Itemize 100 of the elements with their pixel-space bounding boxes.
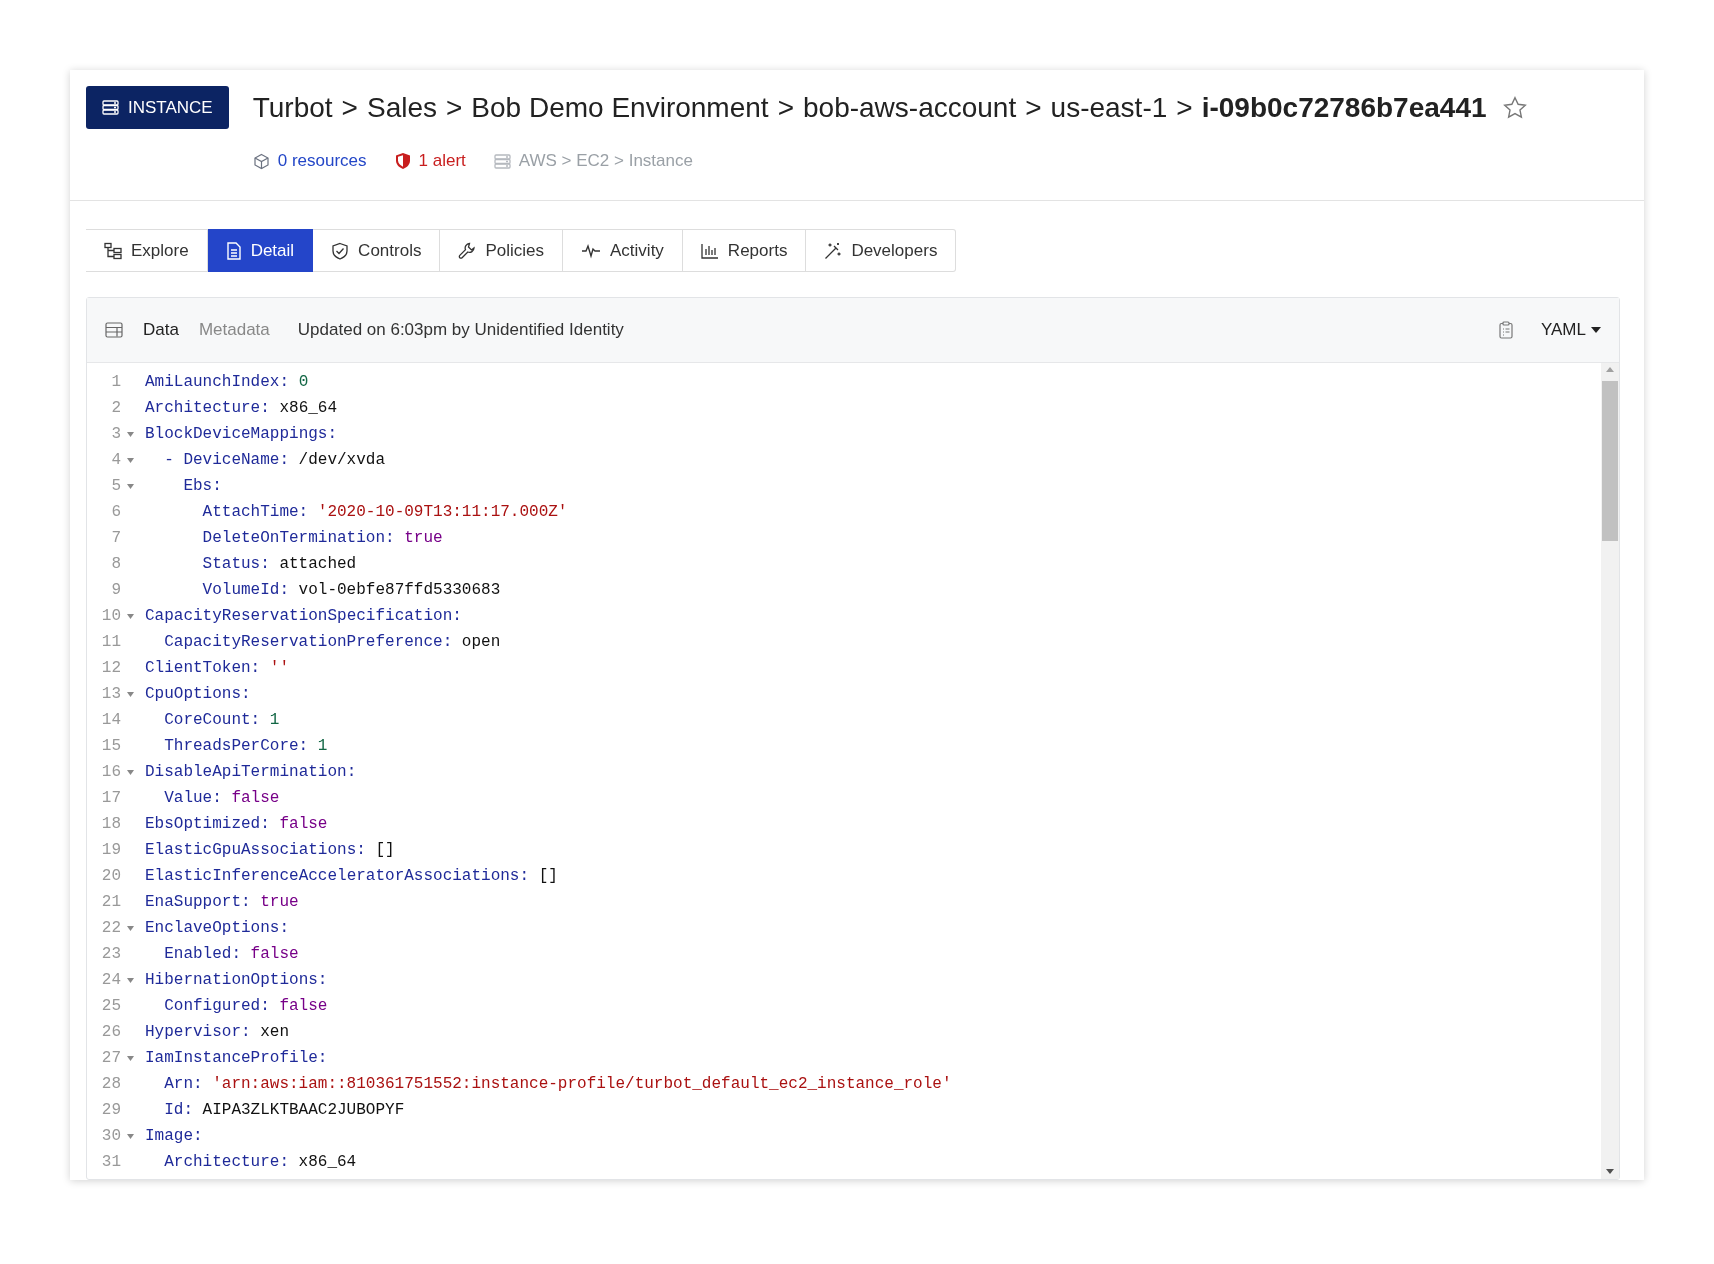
- yaml-key: VolumeId:: [202, 581, 289, 599]
- scroll-down-icon[interactable]: [1606, 1169, 1614, 1175]
- yaml-key: BlockDeviceMappings:: [145, 425, 338, 443]
- fold-caret-icon[interactable]: [126, 431, 134, 437]
- yaml-key: Configured:: [164, 997, 270, 1015]
- scrollbar-thumb[interactable]: [1602, 381, 1618, 541]
- resources-link[interactable]: 0 resources: [277, 151, 367, 171]
- line-number: 18: [100, 815, 121, 833]
- clipboard-icon[interactable]: [1498, 321, 1513, 339]
- line-number: 10: [100, 607, 121, 625]
- yaml-value: 1: [317, 737, 328, 755]
- breadcrumb-link[interactable]: Sales: [366, 92, 437, 124]
- cube-icon: [252, 152, 270, 170]
- table-icon: [105, 322, 123, 338]
- line-number: 5: [110, 477, 121, 495]
- yaml-key: Image:: [145, 1127, 203, 1145]
- line-number: 16: [100, 763, 121, 781]
- tree-icon: [104, 241, 122, 260]
- tab[interactable]: Reports: [682, 229, 807, 272]
- yaml-value: AIPA3ZLKTBAAC2JUBOPYF: [202, 1101, 405, 1119]
- updated-text: Updated on 6:03pm by Unidentified Identity: [297, 320, 624, 340]
- line-number: 31: [100, 1153, 121, 1171]
- line-number: 8: [110, 555, 121, 573]
- wrench-icon: [458, 241, 477, 260]
- yaml-key: EnaSupport:: [145, 893, 251, 911]
- fold-caret-icon[interactable]: [126, 613, 134, 619]
- yaml-value: false: [250, 945, 299, 963]
- star-icon[interactable]: [1501, 95, 1528, 121]
- line-number: 24: [100, 971, 121, 989]
- yaml-key: EnclaveOptions:: [145, 919, 290, 937]
- fold-caret-icon[interactable]: [126, 691, 134, 697]
- yaml-key: ClientToken:: [145, 659, 261, 677]
- fold-caret-icon[interactable]: [126, 1133, 134, 1139]
- line-number: 7: [110, 529, 121, 547]
- line-number: 17: [100, 789, 121, 807]
- shield-check-icon: [331, 241, 350, 260]
- yaml-value: '': [269, 659, 289, 677]
- yaml-key: CpuOptions:: [145, 685, 251, 703]
- server-icon: [493, 153, 511, 169]
- tab[interactable]: Controls: [313, 229, 441, 272]
- yaml-value: x86_64: [298, 1153, 357, 1171]
- fold-caret-icon[interactable]: [126, 1055, 134, 1061]
- tab[interactable]: Detail: [207, 229, 314, 272]
- tab[interactable]: Explore: [86, 229, 208, 272]
- line-number: 28: [100, 1075, 121, 1093]
- caret-icon: [1591, 327, 1601, 333]
- line-number: 25: [100, 997, 121, 1015]
- yaml-value: x86_64: [279, 399, 338, 417]
- fold-caret-icon[interactable]: [126, 483, 134, 489]
- yaml-key: Value:: [164, 789, 222, 807]
- yaml-value: open: [461, 633, 501, 651]
- breadcrumb-link[interactable]: Bob Demo Environment: [471, 92, 769, 124]
- yaml-key: Arn:: [164, 1075, 203, 1093]
- line-number: 2: [110, 399, 121, 417]
- breadcrumb-separator: >: [777, 92, 794, 124]
- line-number: 20: [100, 867, 121, 885]
- fold-caret-icon[interactable]: [126, 457, 134, 463]
- yaml-value: 'arn:aws:iam::810361751552:instance-profile/turbot_default_ec2_instance_role': [212, 1075, 952, 1093]
- breadcrumb-link[interactable]: bob-aws-account: [803, 92, 1017, 124]
- line-number: 4: [110, 451, 121, 469]
- yaml-key: CoreCount:: [164, 711, 261, 729]
- tab[interactable]: Policies: [440, 229, 563, 272]
- bar-chart-icon: [700, 242, 719, 259]
- line-number: 3: [110, 425, 121, 443]
- scroll-up-icon[interactable]: [1606, 367, 1614, 373]
- view-tab[interactable]: Data: [143, 320, 179, 340]
- scrollbar[interactable]: [1601, 363, 1619, 1179]
- yaml-value: false: [279, 815, 328, 833]
- line-number: 14: [100, 711, 121, 729]
- magic-wand-icon: [824, 241, 843, 260]
- yaml-key: AmiLaunchIndex:: [145, 373, 290, 391]
- server-icon: [102, 100, 119, 115]
- tab[interactable]: Developers: [806, 229, 957, 272]
- breadcrumb-link[interactable]: Turbot: [252, 92, 333, 124]
- yaml-value: 0: [298, 373, 309, 391]
- format-dropdown[interactable]: YAML: [1540, 320, 1601, 340]
- tab[interactable]: Activity: [563, 229, 683, 272]
- line-number: 19: [100, 841, 121, 859]
- yaml-value: 1: [269, 711, 280, 729]
- breadcrumb-link[interactable]: us-east-1: [1050, 92, 1168, 124]
- line-number: 11: [100, 633, 121, 651]
- fold-caret-icon[interactable]: [126, 977, 134, 983]
- yaml-key: EbsOptimized:: [145, 815, 270, 833]
- yaml-value: '2020-10-09T13:11:17.000Z': [317, 503, 568, 521]
- yaml-value: /dev/xvda: [298, 451, 386, 469]
- yaml-value: vol-0ebfe87ffd5330683: [298, 581, 501, 599]
- yaml-key: CapacityReservationSpecification:: [145, 607, 462, 625]
- yaml-key: AttachTime:: [202, 503, 309, 521]
- document-icon: [225, 241, 242, 260]
- pulse-icon: [581, 242, 601, 259]
- fold-caret-icon[interactable]: [126, 925, 134, 931]
- yaml-value: false: [279, 997, 328, 1015]
- yaml-key: Ebs:: [183, 477, 222, 495]
- yaml-value: true: [404, 529, 443, 547]
- line-number: 26: [100, 1023, 121, 1041]
- badge-label: INSTANCE: [128, 97, 213, 118]
- fold-caret-icon[interactable]: [126, 769, 134, 775]
- alerts-link[interactable]: 1 alert: [418, 151, 466, 171]
- list-marker: -: [164, 451, 174, 469]
- yaml-value: true: [260, 893, 299, 911]
